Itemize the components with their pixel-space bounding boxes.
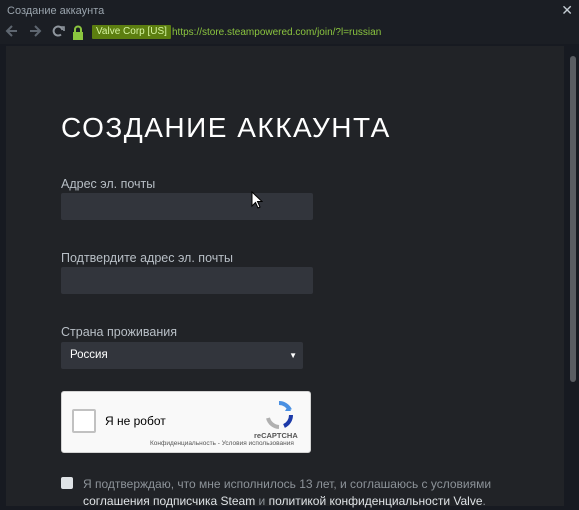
recaptcha-brand: reCAPTCHA <box>254 431 298 440</box>
recaptcha-label: Я не робот <box>105 414 166 428</box>
forward-arrow-icon[interactable] <box>27 24 43 40</box>
email-field[interactable] <box>61 193 313 220</box>
confirm-email-label: Подтвердите адрес эл. почты <box>61 251 233 265</box>
country-value: Россия <box>70 349 108 361</box>
navigation-bar: Valve Corp [US] https://store.steampower… <box>0 22 579 44</box>
address-url[interactable]: https://store.steampowered.com/join/?l=r… <box>172 26 381 40</box>
mouse-cursor-icon <box>251 190 265 209</box>
recaptcha-checkbox[interactable] <box>72 409 96 433</box>
scrollbar-thumb[interactable] <box>570 56 576 382</box>
recaptcha-widget: Я не робот reCAPTCHA Конфиденциальность … <box>61 391 311 453</box>
window-titlebar: Создание аккаунта ✕ <box>0 0 579 22</box>
recaptcha-logo-icon <box>264 400 294 430</box>
back-arrow-icon[interactable] <box>4 24 20 40</box>
chevron-down-icon: ▼ <box>289 351 297 360</box>
agreement-text-start: Я подтверждаю, что мне исполнилось 13 ле… <box>83 477 492 491</box>
agreement-text: Я подтверждаю, что мне исполнилось 13 ле… <box>83 476 523 510</box>
reload-icon[interactable] <box>50 24 66 40</box>
certificate-badge[interactable]: Valve Corp [US] <box>92 25 171 39</box>
country-label: Страна проживания <box>61 325 177 339</box>
close-icon[interactable]: ✕ <box>561 0 573 21</box>
agreement-checkbox[interactable] <box>61 477 73 489</box>
recaptcha-links[interactable]: Конфиденциальность - Условия использован… <box>150 440 294 447</box>
page-title: СОЗДАНИЕ АККАУНТА <box>61 112 391 143</box>
email-label: Адрес эл. почты <box>61 177 156 191</box>
lock-icon <box>72 25 86 41</box>
country-select[interactable]: Россия ▼ <box>61 342 303 369</box>
confirm-email-field[interactable] <box>61 267 313 294</box>
window-title: Создание аккаунта <box>7 5 105 17</box>
